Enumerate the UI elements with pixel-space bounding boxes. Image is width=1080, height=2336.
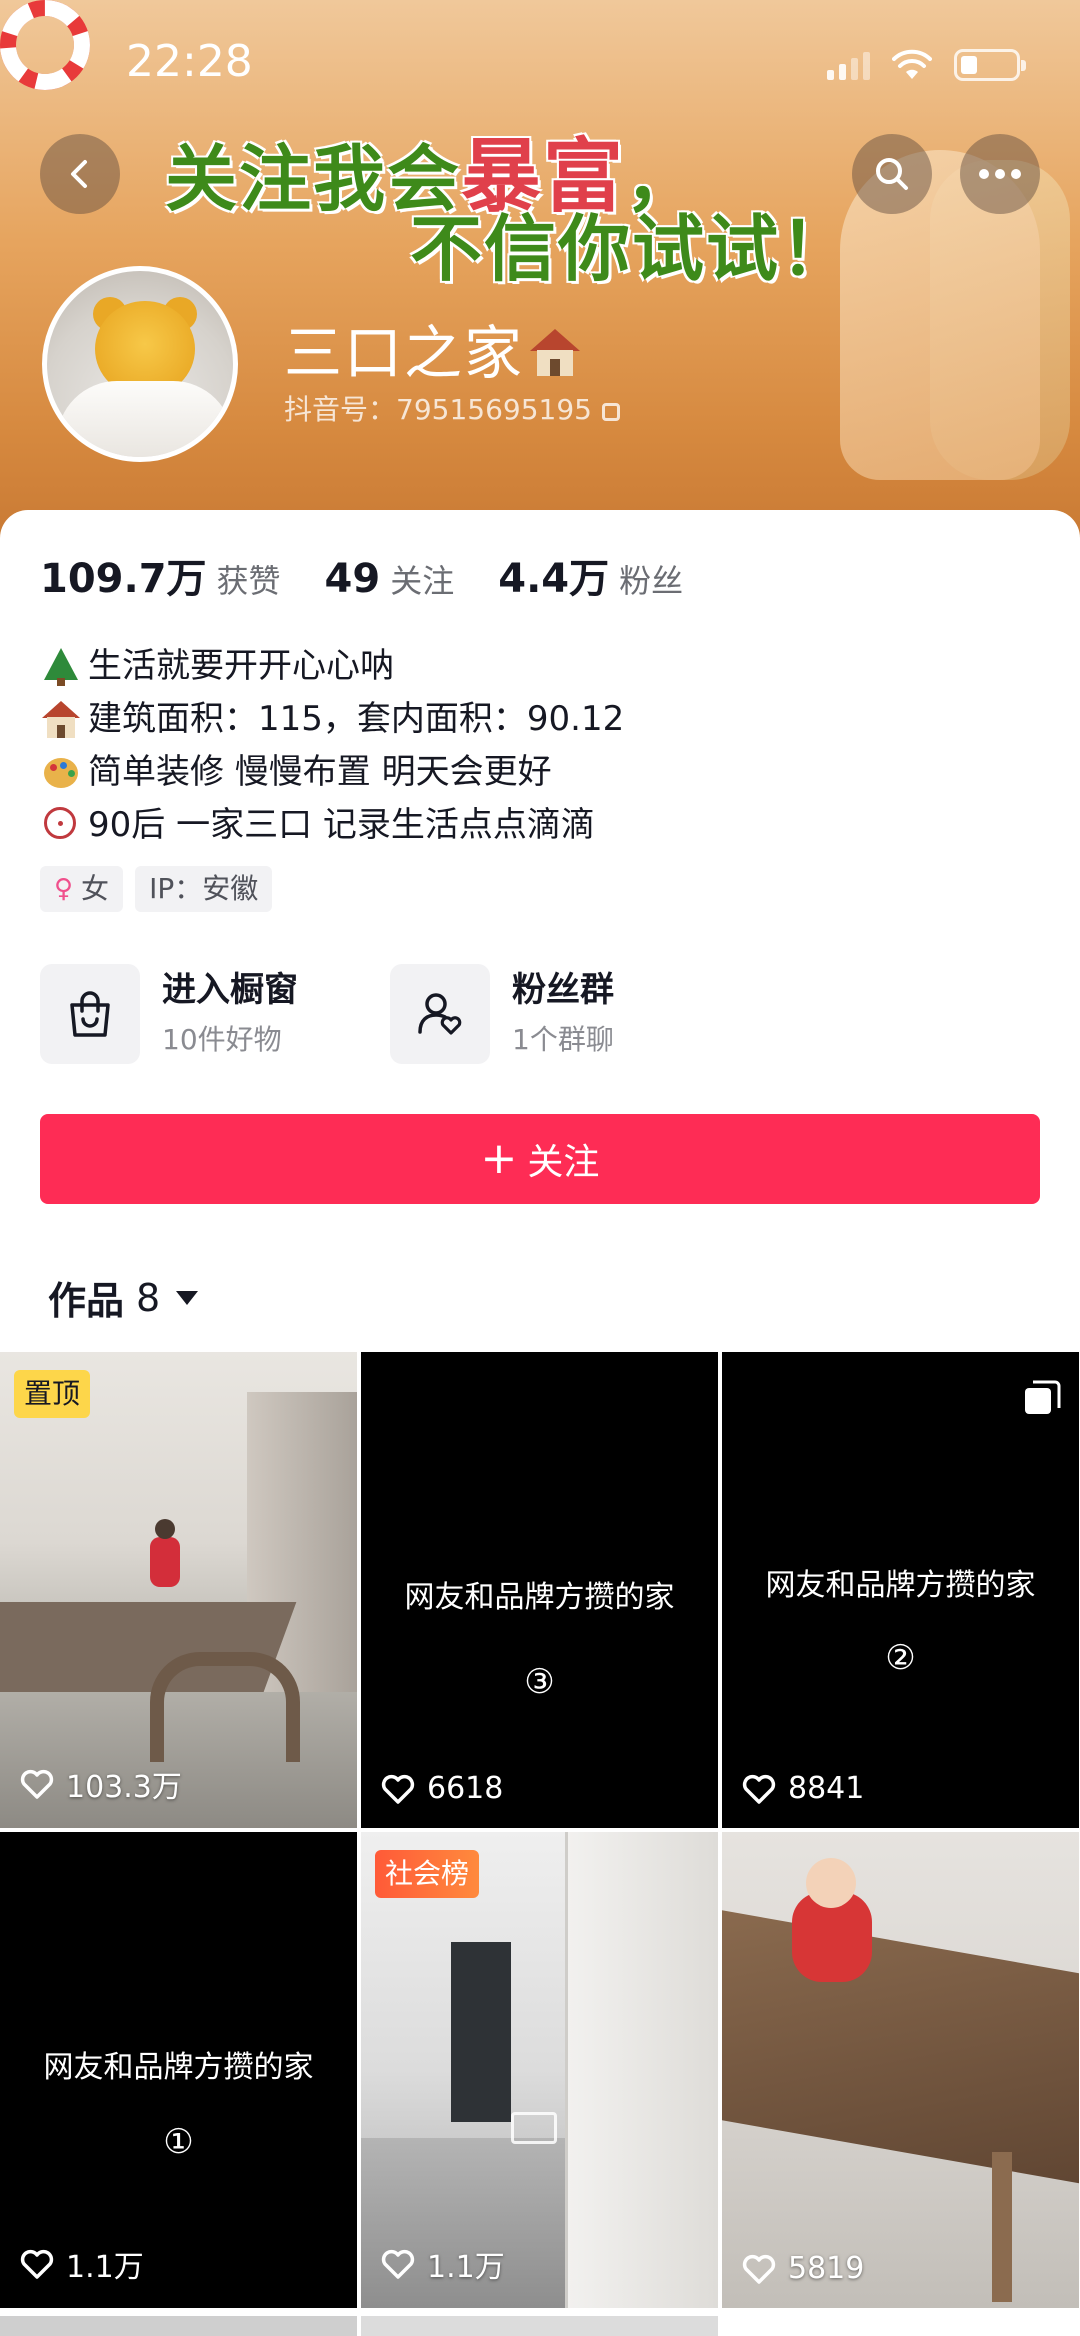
status-time: 22:28 bbox=[126, 36, 253, 87]
pinned-badge: 置顶 bbox=[14, 1370, 91, 1418]
fan-group-entry[interactable]: 粉丝群 1个群聊 bbox=[390, 962, 614, 1066]
wifi-icon bbox=[892, 49, 932, 79]
video-tile[interactable]: 置顶 103.3万 bbox=[0, 1352, 357, 1828]
ip-tag: IP：安徽 bbox=[135, 866, 273, 912]
follow-button[interactable]: + 关注 bbox=[40, 1114, 1040, 1204]
banner-slogan-line2: 不信你试试！ bbox=[410, 207, 855, 291]
video-caption: 网友和品牌方攒的家 bbox=[404, 1580, 675, 1615]
more-button[interactable] bbox=[960, 134, 1040, 214]
like-count: 8841 bbox=[742, 1771, 864, 1806]
heart-icon bbox=[742, 2254, 776, 2284]
more-dots-icon bbox=[979, 169, 1021, 179]
douyin-id[interactable]: 抖音号：79515695195 bbox=[284, 388, 620, 428]
shopping-bag-icon bbox=[40, 964, 140, 1064]
gender-tag: ♀ 女 bbox=[40, 866, 124, 912]
ferris-wheel-icon bbox=[42, 806, 80, 845]
video-number: ② bbox=[885, 1638, 916, 1678]
lifebuoy-icon bbox=[0, 0, 90, 90]
signal-icon bbox=[827, 50, 870, 80]
profile-name: 三口之家 bbox=[284, 306, 581, 390]
douyin-id-text: 抖音号：79515695195 bbox=[284, 393, 592, 426]
hot-list-badge: 社会榜 bbox=[375, 1850, 480, 1898]
plus-icon: + bbox=[480, 1133, 518, 1184]
like-count: 5819 bbox=[742, 2251, 864, 2286]
stat-likes[interactable]: 109.7万 获赞 bbox=[40, 546, 281, 604]
status-icons bbox=[827, 40, 1026, 90]
house-icon bbox=[530, 329, 581, 377]
profile-page: 关注我会暴富， 不信你试试！ 22:28 三口之家 抖音号：7951569519… bbox=[0, 0, 1080, 2336]
heart-icon bbox=[381, 2249, 415, 2279]
like-count: 1.1万 bbox=[20, 2242, 144, 2286]
profile-tags: ♀ 女 IP：安徽 bbox=[40, 866, 273, 912]
search-button[interactable] bbox=[852, 134, 932, 214]
bio-line: 90后 一家三口 记录生活点点滴滴 bbox=[42, 799, 624, 852]
next-row-preview bbox=[0, 2316, 357, 2336]
video-tile[interactable]: 5819 bbox=[722, 1832, 1079, 2308]
chevron-left-icon bbox=[71, 160, 87, 188]
avatar[interactable] bbox=[42, 266, 238, 462]
multi-image-icon bbox=[1025, 1380, 1061, 1414]
battery-icon bbox=[954, 49, 1026, 81]
video-tile[interactable]: 网友和品牌方攒的家 ③ 6618 bbox=[361, 1352, 718, 1828]
like-count: 6618 bbox=[381, 1771, 503, 1806]
palette-icon bbox=[42, 754, 80, 792]
next-row-preview bbox=[722, 2316, 1080, 2336]
heart-icon bbox=[20, 2249, 54, 2279]
fan-group-icon bbox=[390, 964, 490, 1064]
stat-following[interactable]: 49 关注 bbox=[325, 556, 455, 602]
video-tile[interactable]: 网友和品牌方攒的家 ① 1.1万 bbox=[0, 1832, 357, 2308]
back-button[interactable] bbox=[40, 134, 120, 214]
stat-followers[interactable]: 4.4万 粉丝 bbox=[498, 546, 683, 604]
like-count: 1.1万 bbox=[381, 2242, 505, 2286]
caret-down-icon bbox=[176, 1290, 199, 1305]
next-row-preview bbox=[361, 2316, 718, 2336]
shop-window-entry[interactable]: 进入橱窗 10件好物 bbox=[40, 962, 298, 1066]
video-tile[interactable]: 网友和品牌方攒的家 ② 8841 bbox=[722, 1352, 1079, 1828]
works-tab[interactable]: 作品 8 bbox=[48, 1270, 199, 1325]
video-caption: 网友和品牌方攒的家 bbox=[43, 2050, 314, 2085]
shortcuts: 进入橱窗 10件好物 粉丝群 1个群聊 bbox=[40, 962, 1040, 1066]
bio-line: 建筑面积：115，套内面积：90.12 bbox=[42, 693, 624, 746]
video-number: ③ bbox=[524, 1662, 555, 1702]
like-count: 103.3万 bbox=[20, 1762, 182, 1806]
video-number: ① bbox=[163, 2122, 194, 2162]
female-icon: ♀ bbox=[54, 874, 74, 904]
search-icon bbox=[876, 158, 908, 190]
heart-icon bbox=[742, 1774, 776, 1804]
profile-name-text: 三口之家 bbox=[284, 319, 525, 387]
video-tile[interactable]: 社会榜 1.1万 bbox=[361, 1832, 718, 2308]
heart-icon bbox=[381, 1774, 415, 1804]
heart-icon bbox=[20, 1769, 54, 1799]
bio-line: 生活就要开开心心呐 bbox=[42, 640, 624, 693]
copy-icon[interactable] bbox=[601, 403, 620, 421]
bio: 生活就要开开心心呐 建筑面积：115，套内面积：90.12 简单装修 慢慢布置 … bbox=[42, 640, 624, 852]
video-caption: 网友和品牌方攒的家 bbox=[765, 1568, 1036, 1603]
house-icon bbox=[42, 700, 80, 739]
stats-row: 109.7万 获赞 49 关注 4.4万 粉丝 bbox=[40, 546, 727, 604]
bio-line: 简单装修 慢慢布置 明天会更好 bbox=[42, 746, 624, 799]
tree-icon bbox=[42, 647, 80, 686]
